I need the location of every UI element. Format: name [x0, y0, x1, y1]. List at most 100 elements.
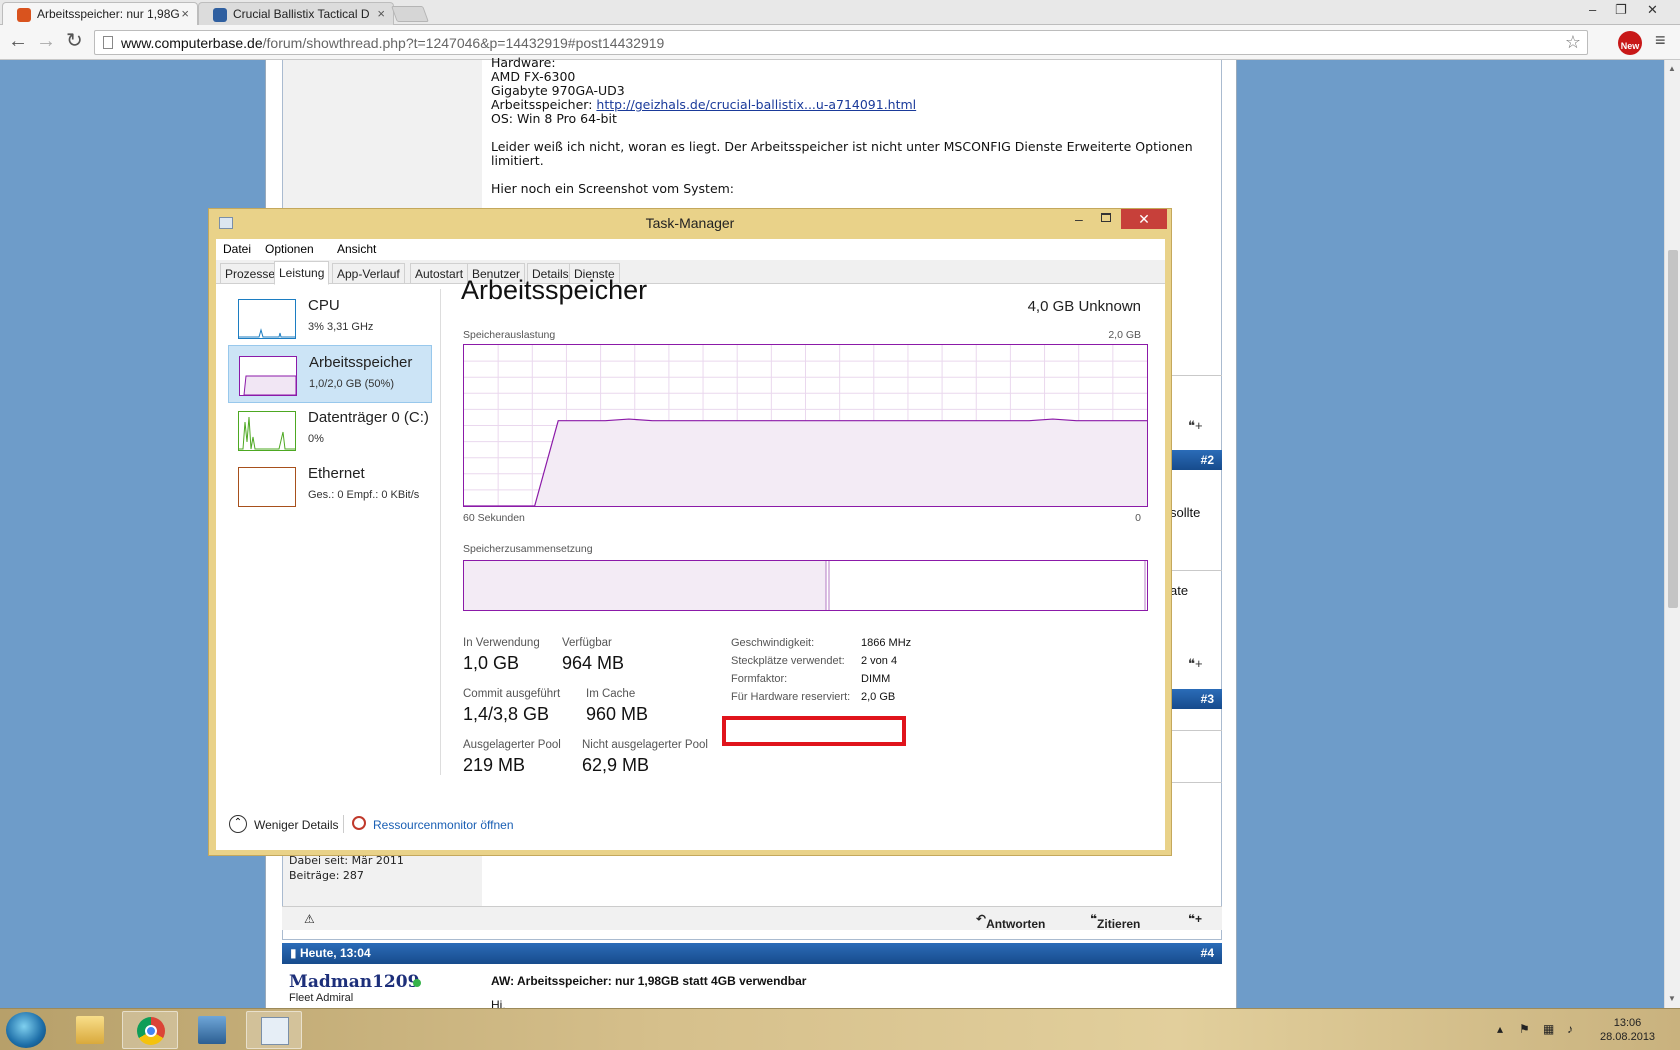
post-line: Gigabyte 970GA-UD3: [491, 83, 625, 98]
tab-app-history[interactable]: App-Verlauf: [332, 263, 405, 284]
taskbar-task-manager[interactable]: [246, 1011, 302, 1049]
bookmark-star-icon[interactable]: ☆: [1565, 32, 1581, 53]
ethernet-mini-graph: [238, 467, 296, 507]
browser-tabstrip: Arbeitsspeicher: nur 1,98G × Crucial Bal…: [0, 0, 1680, 25]
sidebar-item-disk[interactable]: Datenträger 0 (C:) 0%: [228, 401, 432, 459]
available-value: 964 MB: [562, 653, 625, 673]
maximize-icon[interactable]: [1101, 213, 1111, 222]
composition-label: Speicherzusammensetzung: [463, 543, 593, 555]
restore-icon[interactable]: ❐: [1615, 2, 1627, 18]
back-icon[interactable]: ←: [8, 31, 28, 51]
hardware-reserved-value: 2,0 GB: [861, 691, 896, 703]
browser-toolbar: ← → ↻ www.computerbase.de/forum/showthre…: [0, 25, 1680, 60]
volume-icon[interactable]: ♪: [1567, 1022, 1573, 1036]
resource-monitor-link[interactable]: Ressourcenmonitor öffnen: [373, 818, 514, 832]
memory-composition-bar: [463, 560, 1148, 611]
network-icon[interactable]: ▦: [1543, 1022, 1554, 1036]
form-factor-value: DIMM: [861, 673, 891, 685]
scroll-up-icon[interactable]: ▲: [1668, 64, 1676, 73]
post-header-bar: #3: [1165, 689, 1222, 709]
taskbar-clock[interactable]: 13:06 28.08.2013: [1600, 1016, 1655, 1044]
page-title: Arbeitsspeicher: [461, 275, 648, 305]
minimize-icon[interactable]: –: [1589, 2, 1596, 17]
disk-mini-graph: [238, 411, 296, 451]
menu-options[interactable]: Optionen: [265, 242, 314, 256]
user-rank: Fleet Admiral: [289, 992, 354, 1004]
slots-used-value: 2 von 4: [861, 655, 898, 667]
tab-processes[interactable]: Prozesse: [220, 263, 281, 284]
sidebar-item-label: CPU: [308, 297, 340, 314]
address-bar[interactable]: www.computerbase.de/forum/showthread.php…: [94, 30, 1588, 55]
scroll-down-icon[interactable]: ▼: [1668, 994, 1676, 1003]
multiquote-icon[interactable]: ❝+: [1188, 418, 1203, 434]
cached-value: 960 MB: [586, 704, 649, 724]
sidebar-item-ethernet[interactable]: Ethernet Ges.: 0 Empf.: 0 KBit/s: [228, 457, 432, 515]
close-window-icon[interactable]: ✕: [1647, 2, 1658, 18]
paged-pool-value: 219 MB: [463, 755, 526, 775]
divider: [440, 289, 441, 775]
cached-label: Im Cache: [586, 688, 636, 700]
slots-used-label: Steckplätze verwendet:: [731, 655, 845, 667]
quote-button[interactable]: ❝ Zitieren: [1090, 912, 1140, 931]
menu-view[interactable]: Ansicht: [337, 242, 376, 256]
sidebar-item-label: Ethernet: [308, 465, 365, 482]
page-scrollbar[interactable]: ▲ ▼: [1664, 60, 1680, 1008]
minimize-icon[interactable]: –: [1075, 211, 1083, 227]
sidebar-item-memory[interactable]: Arbeitsspeicher 1,0/2,0 GB (50%): [228, 345, 432, 403]
scroll-thumb[interactable]: [1668, 250, 1678, 608]
sidebar-item-label: Datenträger 0 (C:): [308, 409, 429, 426]
window-title: Task-Manager: [645, 215, 735, 231]
form-factor-label: Formfaktor:: [731, 673, 788, 685]
graph-time-start: 60 Sekunden: [463, 512, 525, 524]
sidebar-item-value: 3% 3,31 GHz: [308, 321, 374, 333]
taskbar-chrome[interactable]: [122, 1011, 178, 1049]
close-tab-icon[interactable]: ×: [377, 6, 385, 21]
multiquote-icon[interactable]: ❝+: [1188, 912, 1202, 926]
chrome-menu-icon[interactable]: ≡: [1655, 30, 1666, 51]
browser-tab[interactable]: Crucial Ballistix Tactical D ×: [198, 2, 394, 25]
reload-icon[interactable]: ↻: [66, 31, 83, 51]
post-body: Hardware: AMD FX-6300 Gigabyte 970GA-UD3…: [491, 56, 1196, 210]
close-tab-icon[interactable]: ×: [181, 6, 189, 21]
page-icon: [103, 36, 113, 49]
nonpaged-pool-label: Nicht ausgelagerter Pool: [582, 739, 708, 751]
browser-tab-active[interactable]: Arbeitsspeicher: nur 1,98G ×: [2, 2, 198, 25]
forward-icon[interactable]: →: [36, 31, 56, 51]
reply-button[interactable]: ↶ Antworten: [976, 912, 1045, 931]
usage-area: [464, 419, 1147, 506]
available-label: Verfügbar: [562, 637, 612, 649]
memory-mini-graph: [239, 356, 297, 396]
fewer-details-link[interactable]: Weniger Details: [254, 818, 338, 832]
tab-startup[interactable]: Autostart: [410, 263, 469, 284]
report-icon[interactable]: ⚠: [304, 912, 315, 926]
tab-performance[interactable]: Leistung: [274, 261, 330, 285]
resource-monitor-icon: [352, 816, 366, 830]
multiquote-icon[interactable]: ❝+: [1188, 656, 1203, 672]
extension-badge-icon[interactable]: New: [1618, 31, 1642, 55]
start-button[interactable]: [6, 1012, 46, 1048]
taskbar-explorer[interactable]: [62, 1011, 118, 1049]
in-use-segment: [464, 561, 826, 610]
post-line: OS: Win 8 Pro 64-bit: [491, 111, 617, 126]
close-icon[interactable]: ✕: [1121, 209, 1167, 229]
menu-file[interactable]: Datei: [223, 242, 251, 256]
forum-favicon-icon: [17, 8, 31, 22]
sidebar-item-cpu[interactable]: CPU 3% 3,31 GHz: [228, 289, 432, 347]
post-actions: ⚠ ↶ Antworten ❝ Zitieren ❝+: [282, 906, 1222, 931]
hardware-reserved-label: Für Hardware reserviert:: [731, 691, 851, 703]
post-line: Hier noch ein Screenshot vom System:: [491, 181, 735, 196]
ram-link[interactable]: http://geizhals.de/crucial-ballistix...u…: [596, 97, 916, 112]
taskbar-control-panel[interactable]: [184, 1011, 240, 1049]
new-tab-button[interactable]: [391, 6, 429, 22]
in-use-value: 1,0 GB: [463, 653, 520, 673]
sidebar-item-value: 1,0/2,0 GB (50%): [309, 378, 394, 390]
tab-bar: Prozesse Leistung App-Verlauf Autostart …: [216, 260, 1165, 285]
chevron-up-icon[interactable]: ⌃: [229, 815, 247, 833]
action-center-icon[interactable]: ⚑: [1519, 1022, 1530, 1036]
sidebar-item-value: Ges.: 0 Empf.: 0 KBit/s: [308, 489, 420, 501]
nonpaged-pool-value: 62,9 MB: [582, 755, 650, 775]
tray-expand-icon[interactable]: ▴: [1497, 1022, 1503, 1036]
post-number[interactable]: #4: [1201, 946, 1214, 960]
online-status-icon: [413, 979, 421, 987]
post-username[interactable]: Madman1209: [289, 972, 419, 992]
